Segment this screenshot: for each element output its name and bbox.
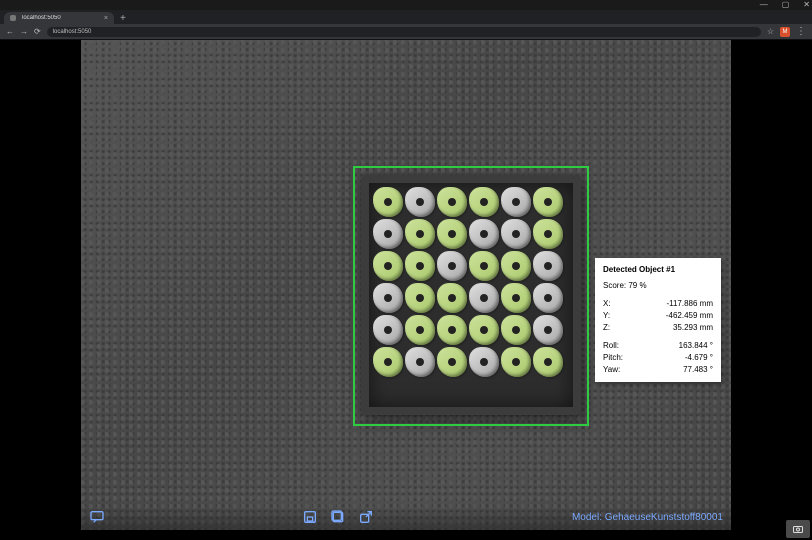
back-button[interactable]: ← <box>6 27 14 36</box>
close-window-button[interactable]: ✕ <box>803 1 810 9</box>
detected-part <box>469 251 499 281</box>
detected-part <box>501 251 531 281</box>
browser-menu-button[interactable]: ⋮ <box>796 27 806 37</box>
detected-part <box>469 283 499 313</box>
new-tab-button[interactable]: + <box>120 13 126 24</box>
detected-part <box>373 315 403 345</box>
info-row: Y:-462.459 mm <box>603 310 713 322</box>
detected-part <box>373 187 403 217</box>
detected-part <box>469 187 499 217</box>
app-viewport: Detected Object #1 Score: 79 % X:-117.88… <box>0 40 812 540</box>
detected-part <box>501 187 531 217</box>
capture-button[interactable] <box>302 509 318 525</box>
detected-part <box>533 251 563 281</box>
gallery-button[interactable] <box>330 509 346 525</box>
detected-part <box>437 283 467 313</box>
detected-part <box>469 315 499 345</box>
detected-part <box>405 315 435 345</box>
detected-part <box>469 347 499 377</box>
detected-part <box>437 251 467 281</box>
detected-part <box>405 187 435 217</box>
detected-part <box>501 219 531 249</box>
chat-icon[interactable] <box>89 509 105 525</box>
tab-strip: localhost:5050 × + <box>0 10 812 24</box>
detected-part <box>533 315 563 345</box>
tab-favicon <box>10 15 16 21</box>
detected-part <box>469 219 499 249</box>
info-row: X:-117.886 mm <box>603 298 713 310</box>
info-row: Pitch:-4.679 ° <box>603 352 713 364</box>
detected-part <box>437 347 467 377</box>
detected-part <box>501 347 531 377</box>
browser-tab[interactable]: localhost:5050 × <box>4 12 114 24</box>
camera-feed: Detected Object #1 Score: 79 % X:-117.88… <box>81 40 731 530</box>
detected-part <box>437 315 467 345</box>
tab-close-button[interactable]: × <box>104 15 108 22</box>
profile-avatar[interactable]: M <box>780 27 790 37</box>
corner-badge <box>786 520 810 538</box>
minimize-button[interactable]: — <box>760 1 768 9</box>
detection-info-panel: Detected Object #1 Score: 79 % X:-117.88… <box>595 258 721 382</box>
bottom-bar: Model: GehaeuseKunststoff80001 <box>81 504 731 530</box>
reload-button[interactable]: ⟳ <box>34 27 41 36</box>
detected-part <box>533 219 563 249</box>
window-titlebar: — ▢ ✕ <box>0 0 812 10</box>
detected-part <box>533 283 563 313</box>
detected-part <box>373 347 403 377</box>
export-button[interactable] <box>358 509 374 525</box>
detected-part <box>533 187 563 217</box>
address-bar-text: localhost:5050 <box>53 29 92 35</box>
address-bar[interactable]: localhost:5050 <box>47 27 761 37</box>
detected-part <box>437 187 467 217</box>
info-row: Yaw:77.483 ° <box>603 364 713 376</box>
model-label: Model: GehaeuseKunststoff80001 <box>572 512 723 523</box>
detected-part <box>405 251 435 281</box>
detected-part <box>501 283 531 313</box>
tab-title: localhost:5050 <box>22 15 98 21</box>
parts-bin <box>361 175 581 415</box>
detected-part <box>405 347 435 377</box>
maximize-button[interactable]: ▢ <box>782 1 790 9</box>
detected-part <box>405 283 435 313</box>
detected-part <box>373 283 403 313</box>
browser-toolbar: ← → ⟳ localhost:5050 ☆ M ⋮ <box>0 24 812 40</box>
detected-part <box>405 219 435 249</box>
info-header: Detected Object #1 <box>603 264 713 276</box>
info-score: Score: 79 % <box>603 280 713 292</box>
detected-part <box>501 315 531 345</box>
info-row: Z:35.293 mm <box>603 322 713 334</box>
forward-button[interactable]: → <box>20 27 28 36</box>
detected-part <box>373 219 403 249</box>
info-row: Roll:163.844 ° <box>603 340 713 352</box>
detected-part <box>533 347 563 377</box>
detected-part <box>373 251 403 281</box>
detected-part <box>437 219 467 249</box>
bookmark-star-icon[interactable]: ☆ <box>767 27 774 36</box>
